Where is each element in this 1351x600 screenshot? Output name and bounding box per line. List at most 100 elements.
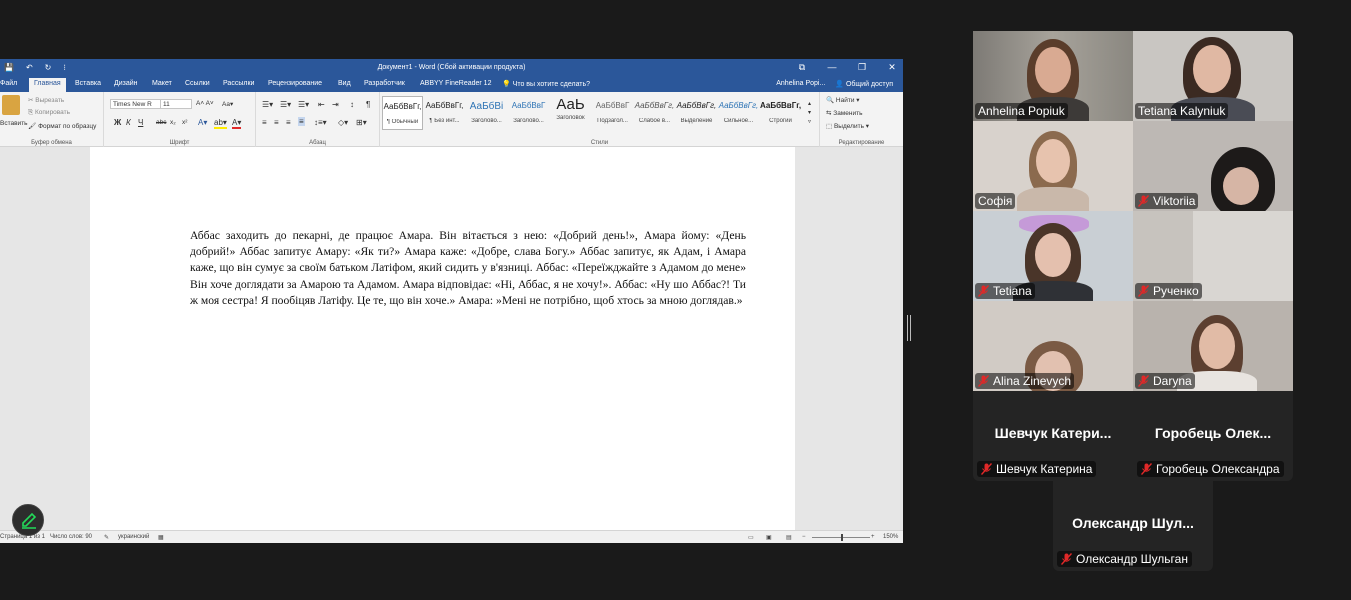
align-center-icon[interactable]: ≡ bbox=[274, 118, 279, 127]
close-button[interactable]: ✕ bbox=[887, 62, 897, 73]
pencil-icon bbox=[22, 512, 37, 529]
participant-tile-horobets[interactable]: Горобець Олек... Горобець Олександра bbox=[1133, 391, 1293, 481]
tab-developer[interactable]: Разработчик bbox=[364, 80, 405, 87]
video-tile-sofiia[interactable]: Софія bbox=[973, 121, 1133, 211]
style-subtle-emphasis[interactable]: АаБбВвГг, Слабое в... bbox=[634, 96, 675, 130]
underline-button[interactable]: Ч bbox=[138, 118, 143, 127]
text-effects-icon[interactable]: A▾ bbox=[198, 118, 207, 127]
zoom-in-icon[interactable]: + bbox=[871, 534, 875, 540]
select-button[interactable]: ⬚ Выделить ▾ bbox=[826, 122, 869, 130]
zoom-out-icon[interactable]: − bbox=[802, 534, 806, 540]
multilevel-list-icon[interactable]: ☰▾ bbox=[298, 100, 309, 109]
restore-button[interactable]: ❐ bbox=[857, 62, 867, 73]
tab-design[interactable]: Дизайн bbox=[114, 80, 138, 87]
video-tile-tetiana[interactable]: Tetiana bbox=[973, 211, 1133, 301]
participant-display-name: Горобець Олек... bbox=[1154, 425, 1272, 441]
tab-home[interactable]: Главная bbox=[29, 78, 66, 92]
proofing-icon[interactable]: ✎ bbox=[104, 534, 109, 541]
italic-button[interactable]: К bbox=[126, 118, 131, 127]
zoom-slider-thumb[interactable] bbox=[841, 534, 843, 541]
zoom-level[interactable]: 150% bbox=[883, 534, 898, 540]
web-layout-icon[interactable]: ▤ bbox=[786, 534, 792, 541]
title-bar: 💾 ↶ ↻ ⁝ Документ1 - Word (Сбой активации… bbox=[0, 59, 903, 78]
word-count[interactable]: Число слов: 90 bbox=[50, 534, 92, 540]
shading-icon[interactable]: ◇▾ bbox=[338, 118, 348, 127]
styles-scroll-icon[interactable]: ▴ ▾ ▿ bbox=[808, 100, 811, 127]
style-heading-1[interactable]: АаБбВі Заголово... bbox=[466, 96, 507, 130]
strikethrough-button[interactable]: abc bbox=[156, 119, 166, 126]
align-right-icon[interactable]: ≡ bbox=[286, 118, 291, 127]
format-painter-button[interactable]: 🖌 Формат по образцу bbox=[28, 122, 96, 130]
split-divider-handle[interactable] bbox=[907, 315, 911, 341]
video-tile-anhelina[interactable]: Anhelina Popiuk bbox=[973, 31, 1133, 121]
subscript-button[interactable]: x₂ bbox=[170, 119, 176, 126]
style-no-spacing[interactable]: АаБбВвГг, ¶ Без инт... bbox=[424, 96, 465, 130]
share-button[interactable]: 👤 Общий доступ bbox=[835, 80, 893, 88]
video-tile-daryna[interactable]: Daryna bbox=[1133, 301, 1293, 391]
style-title[interactable]: АаЬ Заголовок bbox=[550, 96, 591, 130]
style-strong[interactable]: АаБбВвГг, Строгий bbox=[760, 96, 801, 130]
replace-button[interactable]: ⇆ Заменить bbox=[826, 109, 862, 117]
paste-button[interactable]: Вставить bbox=[0, 120, 28, 127]
font-name-select[interactable]: Times New R bbox=[110, 99, 162, 109]
paragraph-label: Абзац bbox=[309, 140, 326, 146]
change-case-icon[interactable]: Aa▾ bbox=[222, 100, 233, 108]
numbering-icon[interactable]: ☰▾ bbox=[280, 100, 291, 109]
user-name[interactable]: Anhelina Popi... bbox=[776, 80, 825, 88]
borders-icon[interactable]: ⊞▾ bbox=[356, 118, 367, 127]
style-intense-emphasis[interactable]: АаБбВвГг, Сильное... bbox=[718, 96, 759, 130]
video-tile-viktoriia[interactable]: Viktoriia bbox=[1133, 121, 1293, 211]
cut-button[interactable]: ✂ Вырезать bbox=[28, 96, 64, 104]
sort-icon[interactable]: ↕ bbox=[350, 100, 354, 109]
align-left-icon[interactable]: ≡ bbox=[262, 118, 267, 127]
paste-icon[interactable] bbox=[2, 95, 20, 115]
copy-button[interactable]: ⎘ Копировать bbox=[28, 109, 70, 117]
document-body[interactable]: Аббас заходить до пекарні, де працює Ама… bbox=[190, 228, 746, 309]
line-spacing-icon[interactable]: ↕≡▾ bbox=[314, 118, 327, 127]
font-size-select[interactable]: 11 bbox=[160, 99, 192, 109]
read-mode-icon[interactable]: ▭ bbox=[748, 534, 754, 541]
style-subtitle[interactable]: АаБбВвГ Подзагол... bbox=[592, 96, 633, 130]
video-tile-ruchenko[interactable]: Рученко bbox=[1133, 211, 1293, 301]
justify-icon[interactable]: ≡ bbox=[298, 117, 305, 126]
highlight-icon[interactable]: ab▾ bbox=[214, 118, 227, 129]
tab-references[interactable]: Ссылки bbox=[185, 80, 210, 87]
decrease-indent-icon[interactable]: ⇤ bbox=[318, 100, 325, 109]
muted-mic-icon bbox=[1137, 375, 1150, 387]
font-color-icon[interactable]: A▾ bbox=[232, 118, 242, 129]
video-tile-alina[interactable]: Alina Zinevych bbox=[973, 301, 1133, 391]
participant-name: Рученко bbox=[1153, 284, 1199, 298]
tab-abbyy[interactable]: ABBYY FineReader 12 bbox=[420, 80, 491, 87]
copy-icon: ⎘ bbox=[28, 109, 34, 116]
participant-tile-shulhan[interactable]: Олександр Шул... Олександр Шульган bbox=[1053, 481, 1213, 571]
document-area: Аббас заходить до пекарні, де працює Ама… bbox=[0, 147, 903, 530]
bold-button[interactable]: Ж bbox=[114, 118, 121, 127]
find-button[interactable]: 🔍 Найти ▾ bbox=[826, 96, 860, 104]
minimize-button[interactable]: — bbox=[827, 62, 837, 73]
macro-icon[interactable]: ▦ bbox=[158, 534, 164, 541]
font-label: Шрифт bbox=[169, 140, 190, 146]
participant-tile-shevchuk[interactable]: Шевчук Катери... Шевчук Катерина bbox=[973, 391, 1133, 481]
participant-label: Шевчук Катерина bbox=[977, 461, 1097, 477]
document-page[interactable]: Аббас заходить до пекарні, де працює Ама… bbox=[90, 147, 795, 530]
tab-mailings[interactable]: Рассылки bbox=[223, 80, 254, 87]
bullets-icon[interactable]: ☰▾ bbox=[262, 100, 273, 109]
video-tile-tetiana-k[interactable]: Tetiana Kalyniuk bbox=[1133, 31, 1293, 121]
print-layout-icon[interactable]: ▣ bbox=[766, 534, 772, 541]
tab-layout[interactable]: Макет bbox=[152, 80, 172, 87]
grow-shrink-font-icon[interactable]: A˄ A˅ bbox=[196, 100, 214, 107]
style-heading-2[interactable]: АаБбВвГ Заголово... bbox=[508, 96, 549, 130]
superscript-button[interactable]: x² bbox=[182, 119, 187, 126]
ribbon-display-icon[interactable]: ⧉ bbox=[797, 62, 807, 73]
increase-indent-icon[interactable]: ⇥ bbox=[332, 100, 339, 109]
tab-view[interactable]: Вид bbox=[338, 80, 351, 87]
pilcrow-icon[interactable]: ¶ bbox=[366, 100, 370, 109]
style-emphasis[interactable]: АаБбВвГг, Выделение bbox=[676, 96, 717, 130]
language-indicator[interactable]: украинский bbox=[118, 534, 149, 540]
style-normal[interactable]: АаБбВвГг, ¶ Обычный bbox=[382, 96, 423, 130]
annotate-button[interactable] bbox=[12, 504, 44, 536]
tab-file[interactable]: Файл bbox=[0, 80, 17, 87]
tell-me-search[interactable]: 💡 Что вы хотите сделать? bbox=[502, 80, 590, 88]
tab-insert[interactable]: Вставка bbox=[75, 80, 101, 87]
tab-review[interactable]: Рецензирование bbox=[268, 80, 322, 87]
